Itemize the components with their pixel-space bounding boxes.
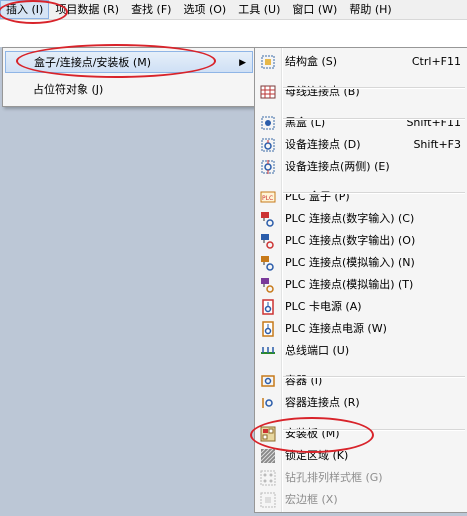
submenu-item[interactable]: PLC 连接点(模拟输入) (N): [255, 252, 467, 274]
box-submenu: 结构盒 (S) Ctrl+F11 母线连接点 (B) 黑盒 (L) Shift+F11 设…: [254, 47, 467, 513]
submenu-item-label: PLC 连接点(模拟输出) (T): [285, 278, 414, 291]
submenu-item[interactable]: 设备连接点(两侧) (E): [255, 156, 467, 178]
submenu-item[interactable]: PLC 连接点(模拟输出) (T): [255, 274, 467, 296]
black-box-icon: [260, 115, 276, 131]
drill-pattern-icon: [260, 470, 276, 486]
plc-card-power-icon: [260, 299, 276, 315]
menu-separator: [283, 87, 465, 89]
submenu-item: 宏边框 (X): [255, 489, 467, 511]
submenu-item-label: PLC 连接点(数字输入) (C): [285, 212, 415, 225]
submenu-item-label: PLC 连接点(数字输出) (O): [285, 234, 416, 247]
submenu-item[interactable]: 设备连接点 (D) Shift+F3: [255, 134, 467, 156]
menu-options[interactable]: 选项 (O): [177, 0, 232, 19]
submenu-item: 钻孔排列样式框 (G): [255, 467, 467, 489]
mounting-panel-icon: [260, 426, 276, 442]
submenu-item-shortcut: Shift+F11: [406, 116, 461, 129]
submenu-item[interactable]: PLC 连接点电源 (W): [255, 318, 467, 340]
bus-port-icon: [260, 343, 276, 359]
submenu-item-label: 宏边框 (X): [285, 493, 338, 506]
menu-separator: [283, 192, 465, 194]
container-icon: [260, 373, 276, 389]
device-connection-icon: [260, 137, 276, 153]
submenu-item[interactable]: 容器 (I): [255, 370, 467, 392]
svg-text:PLC: PLC: [262, 195, 273, 202]
submenu-item[interactable]: 容器连接点 (R): [255, 392, 467, 414]
submenu-item[interactable]: 母线连接点 (B): [255, 81, 467, 103]
insert-dropdown: 盒子/连接点/安装板 (M) ▶ 占位符对象 (J): [2, 47, 256, 107]
menu-bar: 插入 (I) 项目数据 (R) 查找 (F) 选项 (O) 工具 (U) 窗口 …: [0, 0, 467, 20]
busbar-connection-icon: [260, 84, 276, 100]
submenu-arrow-icon: ▶: [239, 58, 246, 68]
submenu-item-label: 锁定区域 (K): [285, 449, 349, 462]
structure-box-icon: [260, 54, 276, 70]
submenu-item-label: 设备连接点 (D): [285, 138, 361, 151]
menu-find[interactable]: 查找 (F): [125, 0, 177, 19]
submenu-item[interactable]: PLC 连接点(数字输出) (O): [255, 230, 467, 252]
submenu-item[interactable]: PLC PLC 盒子 (P): [255, 186, 467, 208]
plc-analog-input-icon: [260, 255, 276, 271]
submenu-item-label: 结构盒 (S): [285, 55, 338, 68]
submenu-item-label: 总线端口 (U): [285, 344, 350, 357]
locked-area-icon: [260, 448, 276, 464]
menu-project-data[interactable]: 项目数据 (R): [49, 0, 125, 19]
menu-item-placeholder-object[interactable]: 占位符对象 (J): [5, 79, 253, 101]
submenu-item-label: 容器 (I): [285, 374, 323, 387]
menu-separator: [283, 376, 465, 378]
submenu-item-shortcut: Shift+F3: [413, 138, 461, 151]
menu-separator: [283, 429, 465, 431]
menu-item-box-connection-panel[interactable]: 盒子/连接点/安装板 (M) ▶: [5, 51, 253, 73]
menu-insert[interactable]: 插入 (I): [0, 0, 50, 19]
plc-digital-output-icon: [260, 233, 276, 249]
menu-item-label: 盒子/连接点/安装板 (M): [34, 56, 151, 69]
submenu-item-label: 设备连接点(两侧) (E): [285, 160, 390, 173]
plc-digital-input-icon: [260, 211, 276, 227]
submenu-item-shortcut: Ctrl+F11: [411, 55, 461, 68]
container-connection-icon: [260, 395, 276, 411]
menu-tools[interactable]: 工具 (U): [232, 0, 286, 19]
plc-connection-power-icon: [260, 321, 276, 337]
submenu-item-label: 钻孔排列样式框 (G): [285, 471, 383, 484]
menu-separator: [283, 118, 465, 120]
submenu-item[interactable]: 结构盒 (S) Ctrl+F11: [255, 51, 467, 73]
submenu-item[interactable]: PLC 连接点(数字输入) (C): [255, 208, 467, 230]
submenu-item[interactable]: 安装板 (M): [255, 423, 467, 445]
submenu-item-label: PLC 连接点电源 (W): [285, 322, 387, 335]
submenu-item-label: 容器连接点 (R): [285, 396, 360, 409]
plc-analog-output-icon: [260, 277, 276, 293]
plc-box-icon: PLC: [260, 189, 276, 205]
submenu-item-label: PLC 盒子 (P): [285, 190, 350, 203]
submenu-item[interactable]: PLC 卡电源 (A): [255, 296, 467, 318]
submenu-item[interactable]: 黑盒 (L) Shift+F11: [255, 112, 467, 134]
submenu-item-label: PLC 卡电源 (A): [285, 300, 362, 313]
submenu-item[interactable]: 总线端口 (U): [255, 340, 467, 362]
submenu-item-label: 母线连接点 (B): [285, 85, 360, 98]
menu-help[interactable]: 帮助 (H): [343, 0, 397, 19]
menu-window[interactable]: 窗口 (W): [286, 0, 343, 19]
macro-border-icon: [260, 492, 276, 508]
menu-item-label: 占位符对象 (J): [33, 83, 104, 96]
submenu-item[interactable]: 锁定区域 (K): [255, 445, 467, 467]
submenu-item-label: PLC 连接点(模拟输入) (N): [285, 256, 415, 269]
toolbar-area: [0, 20, 467, 47]
submenu-item-label: 安装板 (M): [285, 427, 340, 440]
submenu-item-label: 黑盒 (L): [285, 116, 326, 129]
device-connection-both-icon: [260, 159, 276, 175]
